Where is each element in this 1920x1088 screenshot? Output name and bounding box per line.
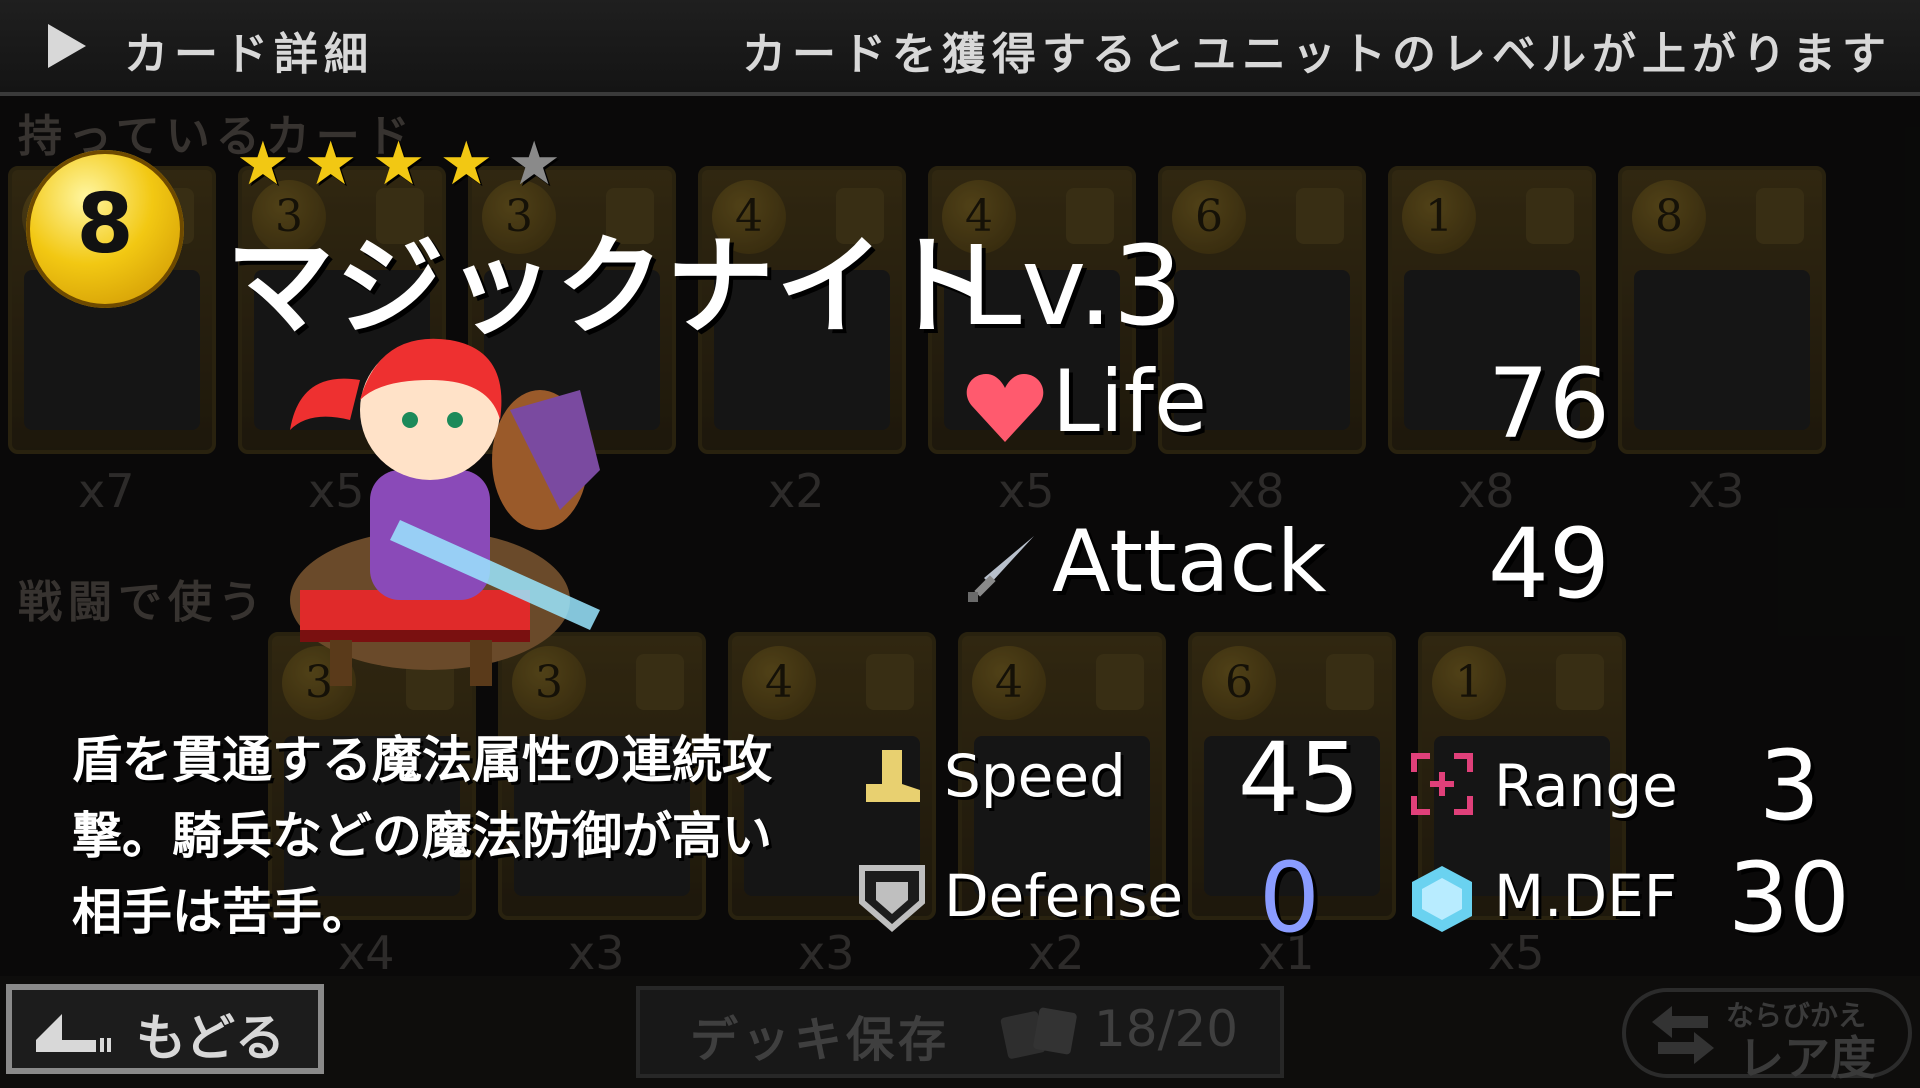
description-line: 盾を貫通する魔法属性の連続攻: [72, 731, 772, 789]
play-icon: [48, 24, 86, 68]
life-value: 76: [1487, 348, 1610, 460]
mdef-label: M.DEF: [1494, 862, 1678, 930]
header-hint: カードを獲得するとユニットのレベルが上がります: [742, 29, 1892, 80]
star-filled-icon: ★: [236, 129, 290, 199]
attack-value: 49: [1487, 508, 1610, 620]
defense-value: 0: [1258, 842, 1320, 954]
heart-icon: [966, 374, 1044, 442]
crosshair-icon: [1411, 753, 1473, 815]
description-line: 撃。騎兵などの魔法防御が高い: [72, 807, 772, 865]
sort-label-rarity: レア度: [1738, 1031, 1876, 1085]
rank-coin: 8: [26, 150, 184, 308]
unit-portrait: [290, 338, 600, 686]
hexagon-icon: [1412, 866, 1472, 932]
back-label: もどる: [136, 1009, 285, 1067]
back-arrow-icon: [36, 1014, 111, 1052]
attack-label: Attack: [1052, 512, 1327, 612]
star-empty-icon: ★: [507, 129, 561, 199]
range-value: 3: [1758, 730, 1820, 842]
sort-arrows-icon: [1652, 1006, 1714, 1064]
cards-icon: [1000, 1007, 1077, 1059]
unit-level: Lv.3: [960, 222, 1183, 350]
rank-number: 8: [76, 177, 134, 272]
speed-label: Speed: [944, 742, 1126, 810]
life-label: Life: [1052, 352, 1207, 452]
description-line: 相手は苦手。: [72, 883, 372, 941]
top-bar: カード詳細 カードを獲得するとユニットのレベルが上がります: [0, 0, 1920, 96]
speed-value: 45: [1237, 722, 1360, 834]
unit-description: 盾を貫通する魔法属性の連続攻 撃。騎兵などの魔法防御が高い 相手は苦手。: [72, 722, 872, 950]
mdef-value: 30: [1727, 842, 1850, 954]
star-filled-icon: ★: [439, 129, 494, 199]
rarity-stars: ★ ★ ★ ★ ★: [236, 134, 575, 194]
sword-icon: [968, 536, 1034, 602]
star-filled-icon: ★: [371, 129, 426, 199]
screen-title: カード詳細: [124, 29, 374, 80]
deck-count: 18/20: [1094, 1000, 1239, 1058]
star-filled-icon: ★: [303, 129, 358, 199]
save-deck-label: デッキ保存: [690, 1012, 951, 1068]
